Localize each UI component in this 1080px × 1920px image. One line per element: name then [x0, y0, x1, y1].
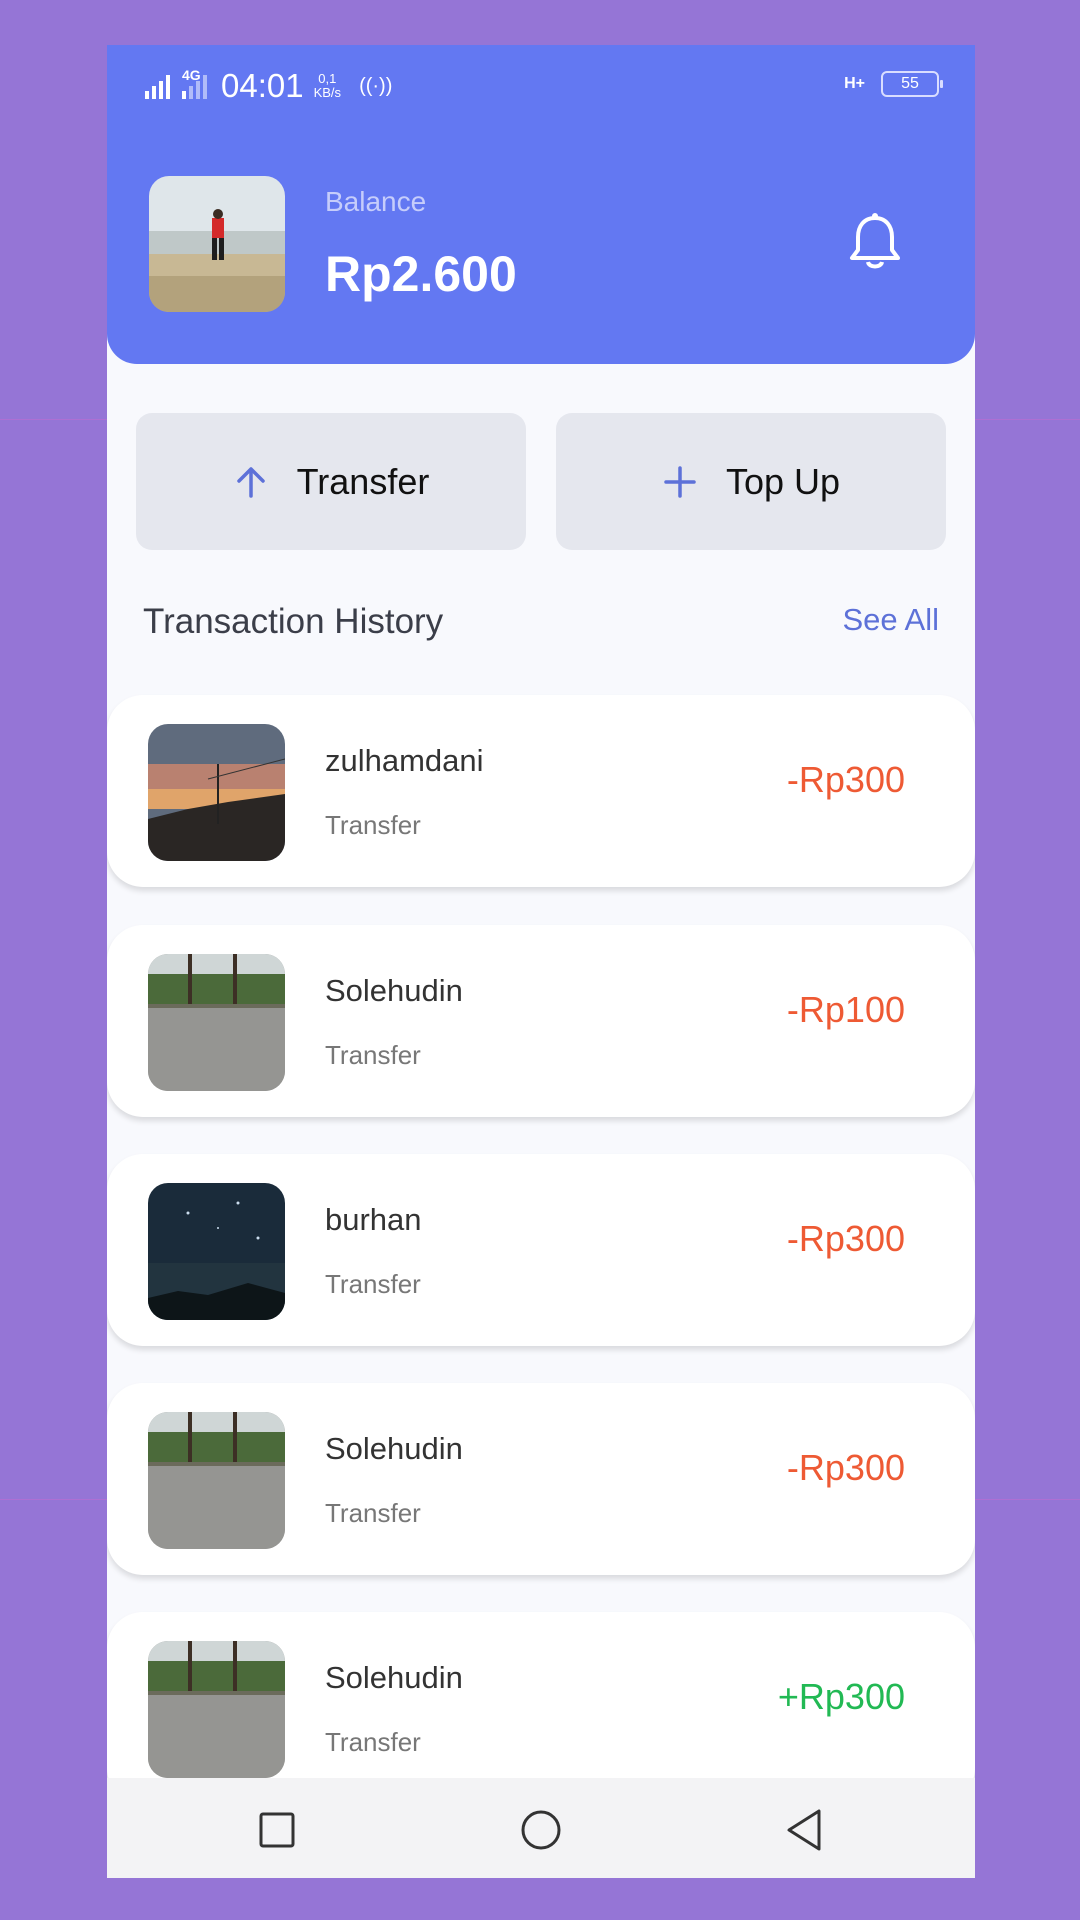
hotspot-icon: ((·)): [359, 74, 393, 97]
transaction-avatar: [148, 724, 285, 861]
network-speed: 0,1 KB/s: [313, 71, 342, 100]
transaction-avatar: [148, 954, 285, 1091]
transaction-amount: +Rp300: [777, 1676, 905, 1717]
home-icon[interactable]: [519, 1808, 563, 1852]
transaction-amount: -Rp300: [786, 1447, 905, 1488]
transfer-button[interactable]: Transfer: [136, 413, 526, 550]
system-nav-bar: [107, 1778, 975, 1878]
transaction-type: Transfer: [325, 1727, 421, 1757]
transaction-type: Transfer: [325, 1269, 421, 1299]
transaction-name: Solehudin: [325, 973, 463, 1008]
transaction-amount: -Rp300: [786, 759, 905, 800]
transaction-name: Solehudin: [325, 1660, 463, 1695]
transaction-type: Transfer: [325, 810, 421, 840]
transaction-type: Transfer: [325, 1498, 421, 1528]
phone-screen: 4G 04:01 0,1 KB/s ((·)) H+ 55 Balance Rp…: [107, 45, 975, 1878]
transaction-card[interactable]: Solehudin Transfer -Rp100: [107, 925, 975, 1117]
transaction-card[interactable]: Solehudin Transfer +Rp300: [107, 1612, 975, 1804]
transaction-amount: -Rp100: [786, 989, 905, 1030]
transaction-name: burhan: [325, 1202, 422, 1237]
battery-icon: 55: [881, 71, 943, 97]
transaction-card[interactable]: zulhamdani Transfer -Rp300: [107, 695, 975, 887]
transaction-name: zulhamdani: [325, 743, 484, 778]
arrow-up-icon: [236, 466, 265, 498]
transfer-button-label: Transfer: [296, 460, 430, 502]
network-type: H+: [844, 75, 865, 92]
balance-label: Balance: [325, 186, 427, 217]
signal-4g-icon: 4G: [182, 67, 207, 99]
recents-icon[interactable]: [255, 1808, 299, 1852]
topup-button-label: Top Up: [725, 460, 841, 502]
back-icon[interactable]: [783, 1808, 827, 1852]
status-bar: 4G 04:01 0,1 KB/s ((·)) H+ 55: [107, 45, 975, 125]
transaction-avatar: [148, 1641, 285, 1778]
balance-value: Rp2.600: [325, 246, 517, 302]
transaction-name: Solehudin: [325, 1431, 463, 1466]
profile-avatar[interactable]: [149, 176, 285, 312]
transaction-avatar: [148, 1183, 285, 1320]
transaction-type: Transfer: [325, 1040, 421, 1070]
transaction-amount: -Rp300: [786, 1218, 905, 1259]
header: 4G 04:01 0,1 KB/s ((·)) H+ 55 Balance Rp…: [107, 45, 975, 364]
topup-button[interactable]: Top Up: [556, 413, 946, 550]
transaction-avatar: [148, 1412, 285, 1549]
bell-icon[interactable]: [847, 212, 903, 272]
status-time: 04:01: [221, 67, 304, 104]
signal-icon: [145, 73, 170, 99]
see-all-link[interactable]: See All: [842, 602, 939, 638]
transaction-card[interactable]: burhan Transfer -Rp300: [107, 1154, 975, 1346]
plus-icon: [664, 465, 696, 498]
transaction-card[interactable]: Solehudin Transfer -Rp300: [107, 1383, 975, 1575]
transaction-history-title: Transaction History: [143, 602, 444, 641]
